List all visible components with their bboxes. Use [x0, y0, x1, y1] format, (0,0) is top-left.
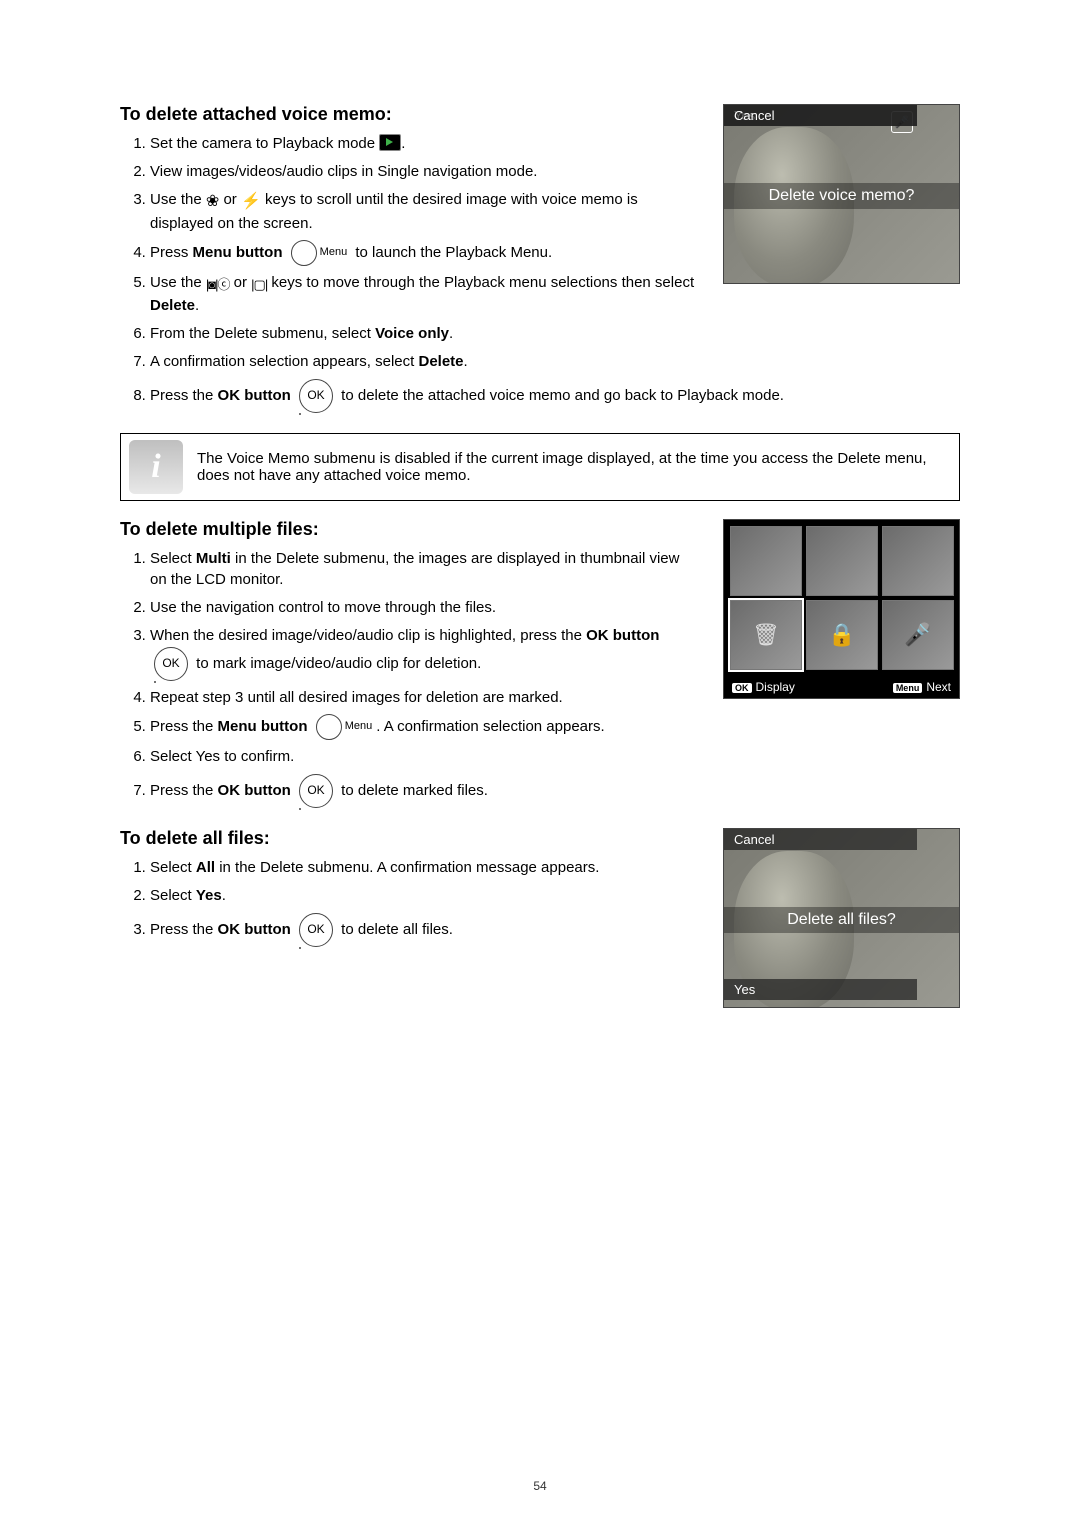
- lcd-dialog-title: Delete voice memo?: [724, 183, 959, 209]
- text: Press the: [150, 921, 218, 938]
- lock-icon: 🔒: [807, 601, 877, 669]
- text: .: [464, 353, 468, 370]
- ok-button-icon: OK: [299, 913, 333, 947]
- text-bold: OK button: [218, 921, 291, 938]
- text-bold: Delete: [418, 353, 463, 370]
- text-bold: Menu button: [193, 244, 283, 261]
- text: or: [219, 191, 241, 208]
- ok-button-icon: OK: [299, 774, 333, 808]
- lcd-option-cancel: Cancel: [724, 105, 917, 126]
- step: A confirmation selection appears, select…: [150, 351, 960, 373]
- info-icon: [129, 440, 183, 494]
- text: .: [449, 325, 453, 342]
- text-bold: OK button: [218, 782, 291, 799]
- display-left-icon: |◙|ⓒ: [206, 276, 230, 295]
- note-text: The Voice Memo submenu is disabled if th…: [197, 450, 951, 484]
- text: to delete the attached voice memo and go…: [337, 387, 784, 404]
- text: Select: [150, 550, 196, 567]
- text: Use the: [150, 274, 206, 291]
- text: to delete marked files.: [337, 782, 488, 799]
- ok-badge: OK: [732, 683, 752, 693]
- text: .: [222, 887, 226, 904]
- mic-icon: 🎤: [883, 601, 953, 669]
- text: or: [229, 274, 251, 291]
- text: to delete all files.: [337, 921, 453, 938]
- footer-text: Display: [756, 680, 795, 694]
- thumbnail: [730, 526, 802, 596]
- lcd-footer-bar: OK Display MenuNext: [724, 676, 959, 698]
- text: .: [401, 135, 405, 152]
- playback-mode-icon: [379, 134, 401, 151]
- text: Use the: [150, 191, 206, 208]
- text: Press the: [150, 387, 218, 404]
- text: Select: [150, 859, 196, 876]
- flash-down-icon: ⚡: [241, 190, 261, 213]
- trash-icon: 🗑: [731, 601, 801, 669]
- macro-up-icon: ❀: [206, 190, 219, 213]
- thumbnail: [806, 526, 878, 596]
- step: From the Delete submenu, select Voice on…: [150, 323, 960, 345]
- text: in the Delete submenu. A confirmation me…: [215, 859, 599, 876]
- lcd-delete-all: Delete all files? Yes Cancel: [723, 828, 960, 1008]
- text-bold: Menu button: [218, 718, 308, 735]
- text: Press the: [150, 718, 218, 735]
- text: Press the: [150, 782, 218, 799]
- step: Press the OK button OK to delete the att…: [150, 379, 960, 413]
- text: .: [195, 297, 199, 314]
- text-bold: OK button: [586, 627, 659, 644]
- text: . A confirmation selection appears.: [376, 718, 604, 735]
- text: From the Delete submenu, select: [150, 325, 375, 342]
- text-bold: Yes: [196, 887, 222, 904]
- page-number: 54: [0, 1479, 1080, 1493]
- display-right-icon: |▢|: [251, 276, 267, 295]
- step: Select Yes to confirm.: [150, 746, 960, 768]
- note-box: The Voice Memo submenu is disabled if th…: [120, 433, 960, 501]
- text-bold: Delete: [150, 297, 195, 314]
- lcd-delete-voice-memo: 🎤 Delete voice memo? Yes Cancel: [723, 104, 960, 284]
- footer-right: MenuNext: [893, 680, 951, 694]
- menu-button-icon: Menu: [316, 714, 373, 740]
- ok-button-icon: OK: [299, 379, 333, 413]
- menu-button-icon: Menu: [291, 240, 348, 266]
- lcd-option-yes: Yes: [724, 979, 917, 1000]
- thumbnail: 🎤: [882, 600, 954, 670]
- lcd-multi-delete: 🗑 🔒 🎤 OK Display MenuNext: [723, 519, 960, 699]
- step: Press the Menu button Menu. A confirmati…: [150, 714, 960, 740]
- text: Press: [150, 244, 193, 261]
- thumbnail: [882, 526, 954, 596]
- text: A confirmation selection appears, select: [150, 353, 418, 370]
- text-bold: Voice only: [375, 325, 449, 342]
- text: to mark image/video/audio clip for delet…: [192, 655, 481, 672]
- text-bold: OK button: [218, 387, 291, 404]
- menu-badge: Menu: [893, 683, 923, 693]
- ok-button-icon: OK: [154, 647, 188, 681]
- text: Select: [150, 887, 196, 904]
- lcd-option-cancel: Cancel: [724, 829, 917, 850]
- thumbnail: 🔒: [806, 600, 878, 670]
- text: When the desired image/video/audio clip …: [150, 627, 586, 644]
- text-bold: Multi: [196, 550, 231, 567]
- thumbnail-selected: 🗑: [730, 600, 802, 670]
- text: to launch the Playback Menu.: [351, 244, 552, 261]
- text-bold: All: [196, 859, 215, 876]
- lcd-dialog-title: Delete all files?: [724, 907, 959, 933]
- footer-left: OK Display: [732, 680, 795, 694]
- text: keys to move through the Playback menu s…: [267, 274, 694, 291]
- footer-text: Next: [926, 680, 951, 694]
- text: Set the camera to Playback mode: [150, 135, 379, 152]
- step: Press the OK button OK to delete marked …: [150, 774, 960, 808]
